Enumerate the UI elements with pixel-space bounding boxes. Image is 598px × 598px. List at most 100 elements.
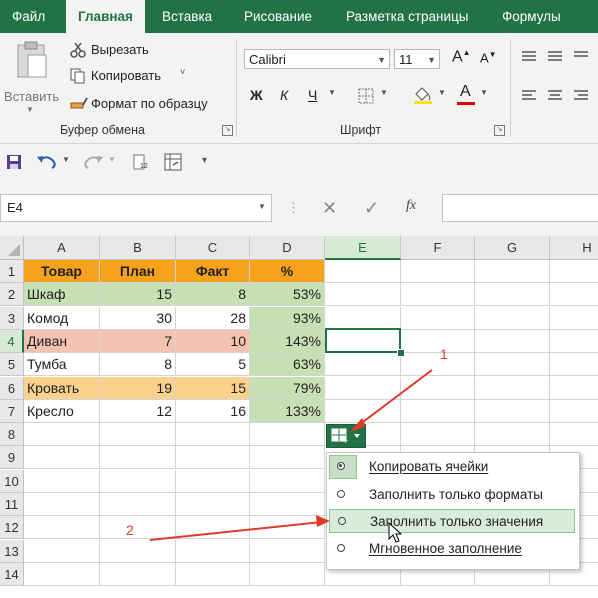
- cell-b13[interactable]: [100, 540, 176, 563]
- tab-page-layout[interactable]: Разметка страницы: [346, 0, 468, 33]
- menu-item-flash-fill[interactable]: Мгновенное заполнение: [329, 537, 575, 561]
- cell-d4[interactable]: 143%: [250, 330, 325, 353]
- cell-a5[interactable]: Тумба: [24, 353, 100, 376]
- cell-a11[interactable]: [24, 493, 100, 516]
- cell-h1[interactable]: [550, 260, 598, 283]
- customize-toolbar-icon[interactable]: ▾: [202, 155, 207, 166]
- cell-d13[interactable]: [250, 540, 325, 563]
- dialog-launcher-icon[interactable]: ↘: [222, 125, 233, 136]
- copy-button[interactable]: Копировать: [91, 68, 161, 83]
- cell-b8[interactable]: [100, 423, 176, 446]
- undo-icon[interactable]: [36, 154, 58, 170]
- cell-h7[interactable]: [550, 400, 598, 423]
- row-header-1[interactable]: 1: [0, 260, 24, 283]
- cell-e6[interactable]: [325, 377, 401, 400]
- cell-g8[interactable]: [475, 423, 550, 446]
- cell-d12[interactable]: [250, 516, 325, 539]
- cell-e3[interactable]: [325, 307, 401, 330]
- paste-button[interactable]: Вставить ▼: [4, 41, 59, 121]
- shrink-font-button[interactable]: A▼: [480, 50, 497, 65]
- cell-a1[interactable]: Товар: [24, 260, 100, 283]
- cell-f1[interactable]: [401, 260, 475, 283]
- cell-b3[interactable]: 30: [100, 307, 176, 330]
- cell-g5[interactable]: [475, 353, 550, 376]
- fill-color-icon[interactable]: [412, 84, 434, 104]
- cell-f2[interactable]: [401, 283, 475, 306]
- cell-g6[interactable]: [475, 377, 550, 400]
- row-header-4[interactable]: 4: [0, 330, 24, 353]
- font-color-button[interactable]: A: [460, 83, 471, 101]
- autofill-options-button[interactable]: +: [326, 424, 366, 448]
- chevron-down-icon[interactable]: ▼: [480, 88, 488, 97]
- align-top-icon[interactable]: [520, 49, 590, 65]
- cell-b11[interactable]: [100, 493, 176, 516]
- formula-input[interactable]: [442, 194, 598, 222]
- cell-d9[interactable]: [250, 446, 325, 469]
- tab-file[interactable]: Файл: [12, 0, 45, 33]
- italic-button[interactable]: К: [280, 87, 288, 103]
- select-all-button[interactable]: [0, 236, 24, 260]
- cell-c10[interactable]: [176, 470, 250, 493]
- cell-b6[interactable]: 19: [100, 377, 176, 400]
- cell-d14[interactable]: [250, 563, 325, 586]
- cell-h6[interactable]: [550, 377, 598, 400]
- bold-button[interactable]: Ж: [250, 87, 263, 103]
- cell-g2[interactable]: [475, 283, 550, 306]
- cell-c11[interactable]: [176, 493, 250, 516]
- cell-d11[interactable]: [250, 493, 325, 516]
- format-painter-button[interactable]: Формат по образцу: [91, 96, 208, 111]
- chevron-down-icon[interactable]: ˅: [180, 67, 185, 77]
- cell-a2[interactable]: Шкаф: [24, 283, 100, 306]
- cell-g7[interactable]: [475, 400, 550, 423]
- cell-h5[interactable]: [550, 353, 598, 376]
- cell-c3[interactable]: 28: [176, 307, 250, 330]
- font-name-dropdown[interactable]: Calibri ▼: [244, 49, 390, 69]
- cell-c9[interactable]: [176, 446, 250, 469]
- cancel-icon[interactable]: ✕: [322, 198, 337, 219]
- cell-f4[interactable]: [401, 330, 475, 353]
- cell-a12[interactable]: [24, 516, 100, 539]
- cell-g4[interactable]: [475, 330, 550, 353]
- save-icon[interactable]: [6, 154, 22, 170]
- cell-c6[interactable]: 15: [176, 377, 250, 400]
- cell-a13[interactable]: [24, 540, 100, 563]
- cell-b2[interactable]: 15: [100, 283, 176, 306]
- selected-cell-e4[interactable]: [325, 328, 401, 353]
- chevron-down-icon[interactable]: ▼: [108, 155, 116, 164]
- cell-c5[interactable]: 5: [176, 353, 250, 376]
- cell-b9[interactable]: [100, 446, 176, 469]
- menu-item-copy-cells[interactable]: Копировать ячейки: [329, 455, 575, 479]
- borders-icon[interactable]: [358, 88, 374, 104]
- cell-g1[interactable]: [475, 260, 550, 283]
- row-header-14[interactable]: 14: [0, 563, 24, 586]
- cell-c14[interactable]: [176, 563, 250, 586]
- column-header-h[interactable]: H: [550, 236, 598, 260]
- insert-function-button[interactable]: fx: [406, 198, 416, 214]
- name-box[interactable]: E4: [0, 194, 272, 222]
- row-header-6[interactable]: 6: [0, 377, 24, 400]
- cell-d8[interactable]: [250, 423, 325, 446]
- cell-b7[interactable]: 12: [100, 400, 176, 423]
- cell-a8[interactable]: [24, 423, 100, 446]
- cell-c8[interactable]: [176, 423, 250, 446]
- row-header-8[interactable]: 8: [0, 423, 24, 446]
- enter-icon[interactable]: ✓: [364, 198, 379, 219]
- column-header-g[interactable]: G: [475, 236, 550, 260]
- tab-draw[interactable]: Рисование: [244, 0, 312, 33]
- cell-a4[interactable]: Диван: [24, 330, 100, 353]
- cell-f5[interactable]: [401, 353, 475, 376]
- cell-d2[interactable]: 53%: [250, 283, 325, 306]
- fill-handle[interactable]: [397, 349, 405, 357]
- cell-e1[interactable]: [325, 260, 401, 283]
- cell-d10[interactable]: [250, 470, 325, 493]
- row-header-9[interactable]: 9: [0, 446, 24, 469]
- cell-b5[interactable]: 8: [100, 353, 176, 376]
- cell-c13[interactable]: [176, 540, 250, 563]
- column-header-d[interactable]: D: [250, 236, 325, 260]
- cell-c12[interactable]: [176, 516, 250, 539]
- dialog-launcher-icon[interactable]: ↘: [494, 125, 505, 136]
- cell-f6[interactable]: [401, 377, 475, 400]
- cell-h8[interactable]: [550, 423, 598, 446]
- grow-font-button[interactable]: A▲: [452, 48, 471, 66]
- cell-b14[interactable]: [100, 563, 176, 586]
